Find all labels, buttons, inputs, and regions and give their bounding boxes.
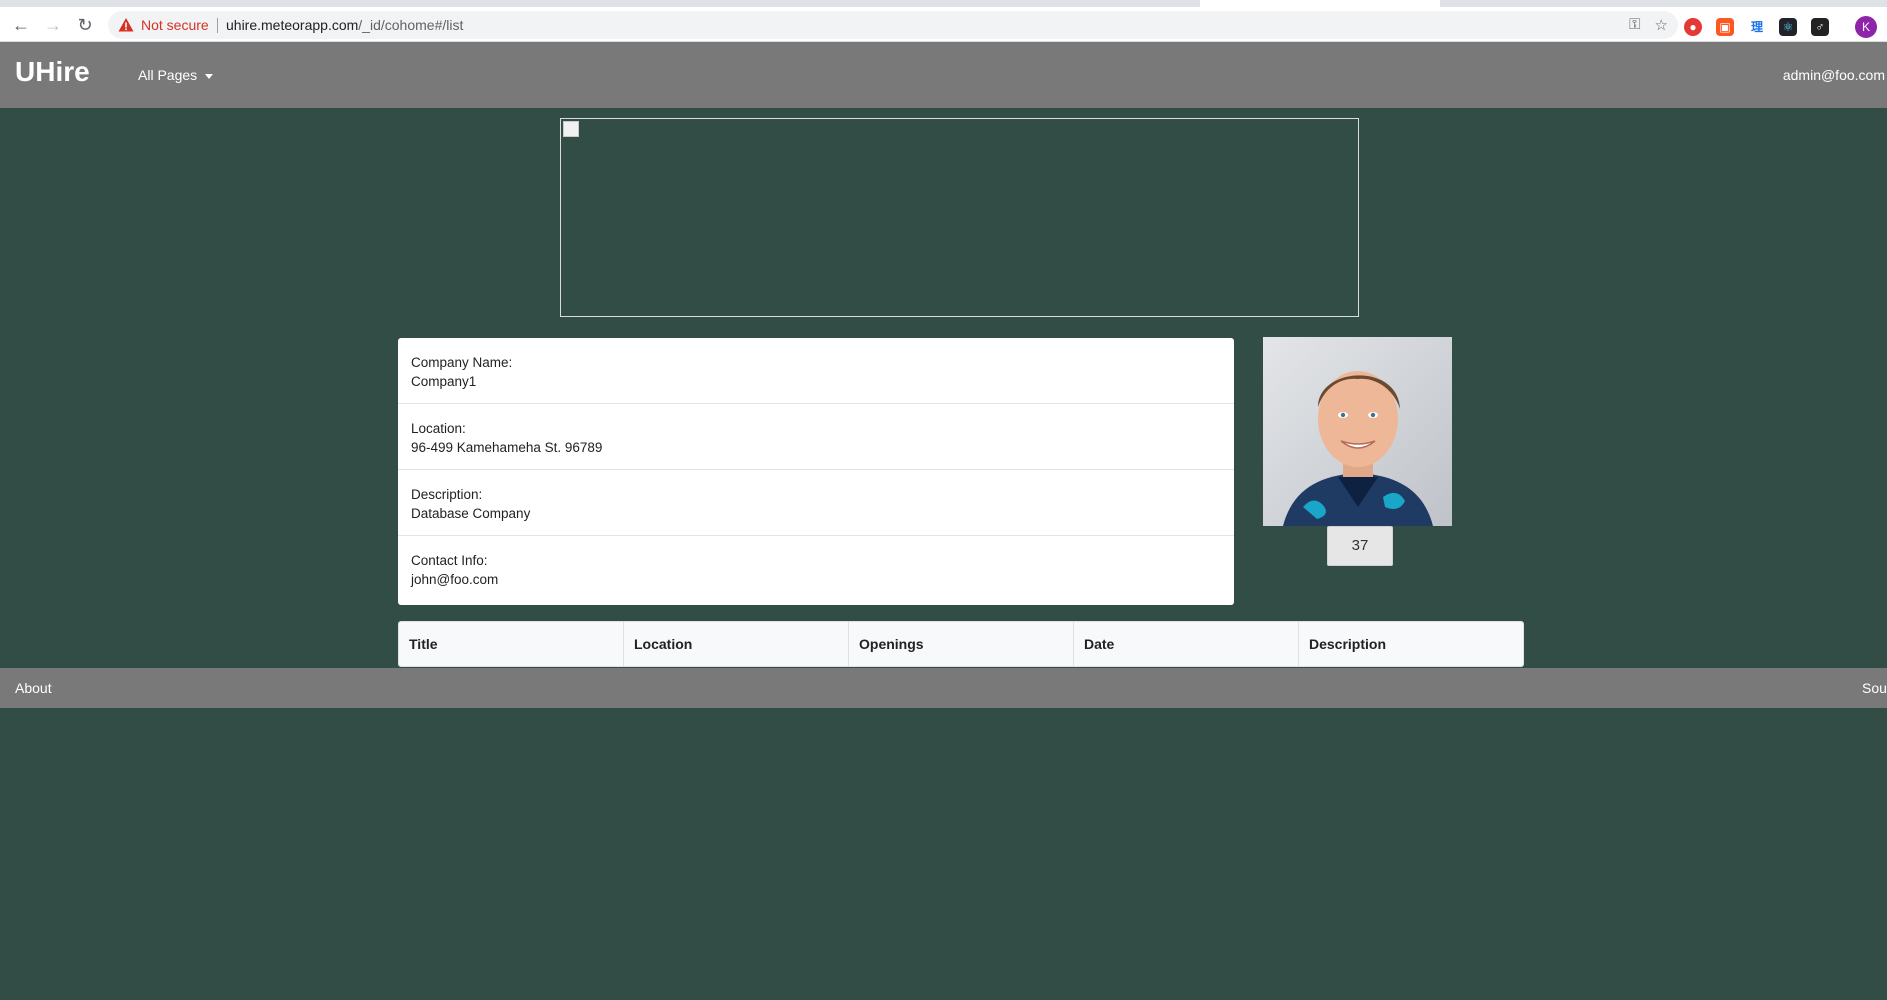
warning-icon xyxy=(118,18,134,32)
profile-photo xyxy=(1263,337,1452,526)
field-label: Description: xyxy=(411,487,483,502)
about-link[interactable]: About xyxy=(15,680,52,696)
description-item: Description: Database Company xyxy=(398,470,1234,536)
address-bar[interactable]: Not secure uhire.meteorapp.com/_id/cohom… xyxy=(108,11,1678,39)
brand-logo[interactable]: UHire xyxy=(15,56,90,88)
caret-down-icon xyxy=(205,73,214,79)
app-footer: About Sou xyxy=(0,668,1887,708)
app-navbar: UHire All Pages admin@foo.com xyxy=(0,42,1887,108)
url-host: uhire.meteorapp.com xyxy=(226,17,359,33)
url-path: /_id/cohome#/list xyxy=(358,17,464,33)
omnibox-actions: ⚿ ☆ xyxy=(1629,16,1668,34)
column-header-location[interactable]: Location xyxy=(624,622,849,666)
security-label: Not secure xyxy=(141,17,209,33)
all-pages-dropdown[interactable]: All Pages xyxy=(138,67,214,83)
listings-table-header: Title Location Openings Date Description xyxy=(398,621,1524,667)
star-icon[interactable]: ☆ xyxy=(1655,16,1668,34)
active-tab[interactable] xyxy=(1200,0,1440,7)
field-label: Contact Info: xyxy=(411,553,488,568)
company-name-item: Company Name: Company1 xyxy=(398,338,1234,404)
company-info-card: Company Name: Company1 Location: 96-499 … xyxy=(398,338,1234,605)
browser-tabstrip xyxy=(0,0,1887,7)
column-header-openings[interactable]: Openings xyxy=(849,622,1074,666)
field-value: john@foo.com xyxy=(411,572,499,587)
browser-toolbar: ← → ↻ Not secure uhire.meteorapp.com/_id… xyxy=(0,7,1887,42)
source-link[interactable]: Sou xyxy=(1862,680,1887,696)
extension-link-icon[interactable]: ♂ xyxy=(1811,18,1829,36)
extension-lock-icon[interactable]: ▣ xyxy=(1716,18,1734,36)
field-value: Database Company xyxy=(411,506,531,521)
column-header-date[interactable]: Date xyxy=(1074,622,1299,666)
extension-react-icon[interactable]: ⚛ xyxy=(1779,18,1797,36)
profile-avatar[interactable]: K xyxy=(1855,16,1877,38)
url-text[interactable]: uhire.meteorapp.com/_id/cohome#/list xyxy=(226,17,463,33)
contact-info-item: Contact Info: john@foo.com xyxy=(398,536,1234,602)
all-pages-label: All Pages xyxy=(138,67,198,83)
forward-icon[interactable]: → xyxy=(43,15,63,35)
field-label: Location: xyxy=(411,421,466,436)
reload-icon[interactable]: ↻ xyxy=(75,15,95,35)
extension-shield-icon[interactable]: ● xyxy=(1684,18,1702,36)
extension-translate-icon[interactable]: 理 xyxy=(1748,18,1766,36)
omnibox-separator xyxy=(217,18,218,33)
user-email[interactable]: admin@foo.com xyxy=(1783,67,1885,83)
field-value: Company1 xyxy=(411,374,477,389)
column-header-description[interactable]: Description xyxy=(1299,622,1523,666)
location-item: Location: 96-499 Kamehameha St. 96789 xyxy=(398,404,1234,470)
field-label: Company Name: xyxy=(411,355,513,370)
column-header-title[interactable]: Title xyxy=(399,622,624,666)
broken-image-icon xyxy=(563,121,579,137)
field-value: 96-499 Kamehameha St. 96789 xyxy=(411,440,603,455)
key-icon[interactable]: ⚿ xyxy=(1629,16,1640,34)
count-button[interactable]: 37 xyxy=(1327,526,1393,566)
back-icon[interactable]: ← xyxy=(11,15,31,35)
company-banner-image xyxy=(560,118,1359,317)
person-portrait-icon xyxy=(1263,337,1452,526)
